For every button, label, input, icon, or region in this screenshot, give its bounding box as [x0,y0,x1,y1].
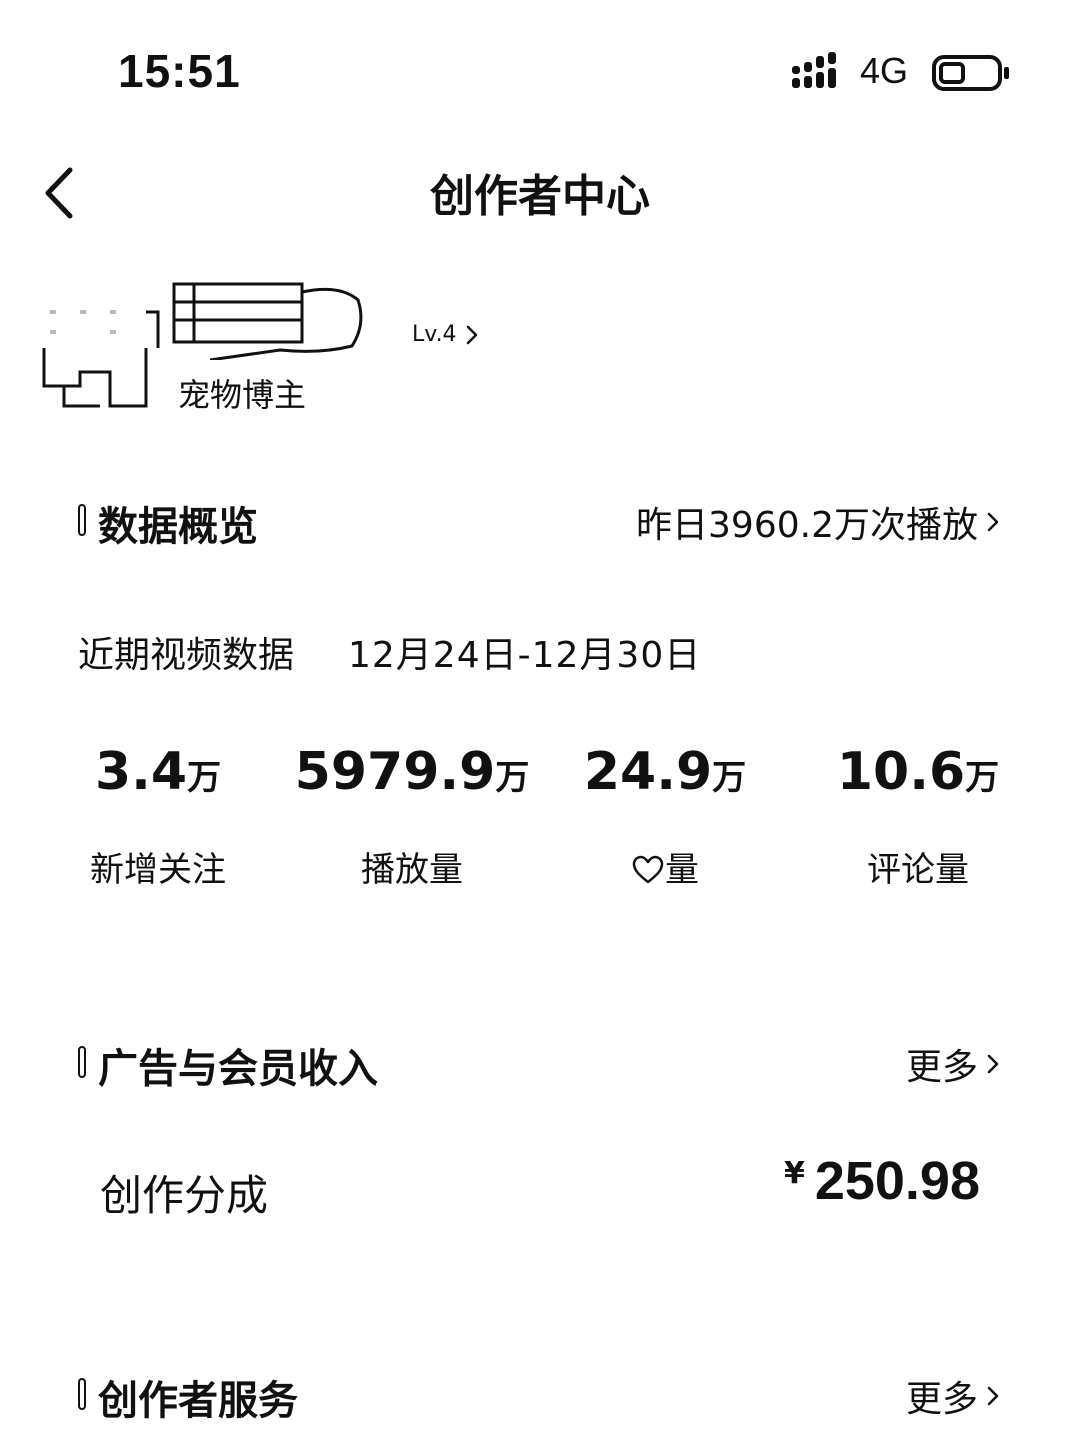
income-item-label: 创作分成 [100,1171,269,1220]
currency-symbol: ¥ [783,1156,805,1191]
heart-icon [632,855,664,884]
chevron-right-icon [466,325,477,344]
metric-label: 量 [665,850,699,890]
section-marker [78,504,86,536]
metric-unit: 万 [712,758,747,798]
services-more-link[interactable]: 更多 [906,1370,1000,1422]
chevron-right-icon [987,1054,999,1074]
avatar[interactable] [40,290,170,420]
metric-unit: 万 [187,758,222,798]
username-redacted [172,282,363,360]
metric-label-likes: 量 [535,842,795,891]
level-badge[interactable]: Lv.4 [412,322,479,347]
recent-video-label: 近期视频数据 [78,635,295,676]
battery-icon [932,55,1009,91]
more-text: 更多 [905,1379,978,1420]
income-more-link[interactable]: 更多 [906,1038,1000,1090]
metric-unit: 万 [495,758,530,798]
signal-icon [792,52,836,88]
income-amount-value: 250.98 [814,1151,980,1211]
metric-likes[interactable]: 24.9万 [535,742,795,802]
yesterday-plays-link[interactable]: 昨日3960.2万次播放 [636,496,1000,548]
page-title: 创作者中心 [430,171,650,222]
metric-label: 评论量 [867,850,969,890]
section-title-overview: 数据概览 [98,504,258,550]
metric-label: 播放量 [361,850,463,890]
section-title-services: 创作者服务 [98,1378,298,1424]
metric-plays[interactable]: 5979.9万 [282,742,542,802]
status-time: 15:51 [118,45,241,97]
yesterday-plays-text: 昨日3960.2万次播放 [636,505,978,546]
section-title-income: 广告与会员收入 [98,1046,378,1092]
metric-new-followers[interactable]: 3.4万 [28,742,288,802]
metric-value: 24.9 [583,742,713,802]
chevron-right-icon [987,1386,999,1406]
metric-unit: 万 [965,758,1000,798]
chevron-right-icon [987,512,999,532]
metric-value: 5979.9 [294,742,496,802]
section-marker [78,1046,86,1078]
metric-value: 3.4 [94,742,188,802]
metric-label: 新增关注 [90,850,226,890]
profile-bio: 宠物博主 [178,376,307,414]
section-marker [78,1378,86,1410]
metric-value: 10.6 [836,742,966,802]
income-amount[interactable]: ¥ 250.98 [784,1150,980,1212]
level-text: Lv.4 [412,322,457,347]
recent-date-range: 12月24日-12月30日 [348,635,702,676]
network-type: 4G [860,50,909,91]
metric-comments[interactable]: 10.6万 [788,742,1048,802]
more-text: 更多 [905,1047,978,1088]
